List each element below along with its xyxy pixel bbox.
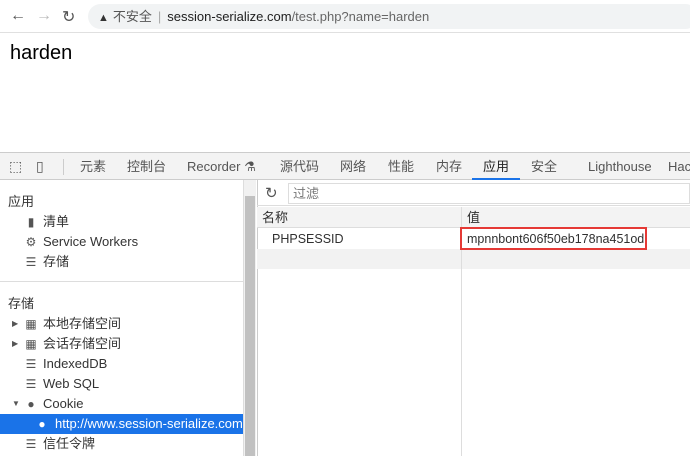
column-name[interactable]: 名称 (262, 207, 288, 228)
highlight-box (460, 227, 647, 250)
file-icon: ▮ (27, 215, 35, 229)
forward-icon[interactable]: → (36, 7, 52, 25)
database-icon: ☰ (25, 255, 37, 269)
device-toggle-icon[interactable]: ▯ (36, 153, 44, 180)
tab-network[interactable]: 网络 (340, 153, 366, 180)
section-divider (0, 281, 243, 282)
tab-elements[interactable]: 元素 (80, 153, 106, 180)
sidebar-item-trust-tokens[interactable]: ☰ 信任令牌 (0, 434, 243, 454)
tab-application[interactable]: 应用 (472, 153, 521, 180)
collapse-icon[interactable]: ▼ (12, 394, 20, 414)
section-application: 应用 (8, 194, 35, 209)
table-header: 名称 值 (257, 207, 690, 228)
grid-icon: ▦ (25, 337, 37, 351)
empty-row (257, 249, 690, 269)
sidebar-item-web-sql[interactable]: ☰ Web SQL (0, 374, 243, 394)
database-icon: ☰ (25, 377, 37, 391)
cookie-icon: ● (38, 417, 46, 431)
cookie-icon: ● (27, 397, 35, 411)
sidebar-item-indexeddb[interactable]: ☰ IndexedDB (0, 354, 243, 374)
tab-console[interactable]: 控制台 (127, 153, 166, 180)
address-bar[interactable]: ▲ 不安全 | session-serialize.com/test.php?name… (88, 4, 690, 29)
devtools-tabbar: ⬚ ▯ 元素 控制台 Recorder ⚗ 源代码 网络 性能 内存 应用 安全… (0, 152, 690, 180)
filter-input[interactable]: 过滤 (288, 183, 690, 204)
security-label: 不安全 (112, 9, 152, 24)
scrollbar-thumb[interactable] (245, 196, 255, 456)
tab-lighthouse[interactable]: Lighthouse (588, 153, 652, 180)
divider (63, 159, 64, 175)
tab-performance[interactable]: 性能 (388, 153, 414, 180)
sidebar-item-session-storage[interactable]: ▶ ▦ 会话存储空间 (0, 334, 243, 354)
database-icon: ☰ (25, 357, 37, 371)
url-path: /test.php?name=harden (291, 9, 430, 24)
sidebar-item-cookie[interactable]: ▼ ● Cookie (0, 394, 243, 414)
url-host: session-serialize.com (167, 9, 292, 24)
tab-hackbar[interactable]: Hac (668, 153, 690, 180)
database-icon: ☰ (25, 437, 37, 451)
application-sidebar: 应用 ▮ 清单 ⚙ Service Workers ☰ 存储 存储 ▶ ▦ 本地存储空间 … (0, 180, 243, 456)
tab-sources[interactable]: 源代码 (280, 153, 319, 180)
inspect-element-icon[interactable]: ⬚ (9, 153, 22, 180)
warning-icon: ▲ (98, 12, 109, 24)
cookie-name: PHPSESSID (272, 232, 344, 246)
grid-icon: ▦ (25, 317, 37, 331)
tab-security[interactable]: 安全 (531, 153, 557, 180)
sidebar-item-local-storage[interactable]: ▶ ▦ 本地存储空间 (0, 314, 243, 334)
section-storage: 存储 (8, 296, 35, 311)
separator: | (157, 9, 162, 24)
expand-icon[interactable]: ▶ (12, 334, 18, 354)
sidebar-item-manifest[interactable]: ▮ 清单 (0, 212, 243, 232)
gear-icon: ⚙ (25, 235, 37, 249)
tab-memory[interactable]: 内存 (436, 153, 462, 180)
page-text: harden (10, 42, 73, 64)
sidebar-item-cookie-origin[interactable]: ● http://www.session-serialize.com (0, 414, 243, 434)
sidebar-item-service-workers[interactable]: ⚙ Service Workers (0, 232, 243, 252)
sidebar-item-storage[interactable]: ☰ 存储 (0, 252, 243, 272)
refresh-icon[interactable]: ↻ (265, 184, 278, 202)
tab-recorder[interactable]: Recorder ⚗ (187, 153, 256, 180)
column-value[interactable]: 值 (467, 207, 480, 228)
back-icon[interactable]: ← (10, 7, 26, 25)
reload-icon[interactable]: ↻ (62, 7, 75, 27)
expand-icon[interactable]: ▶ (12, 314, 18, 334)
